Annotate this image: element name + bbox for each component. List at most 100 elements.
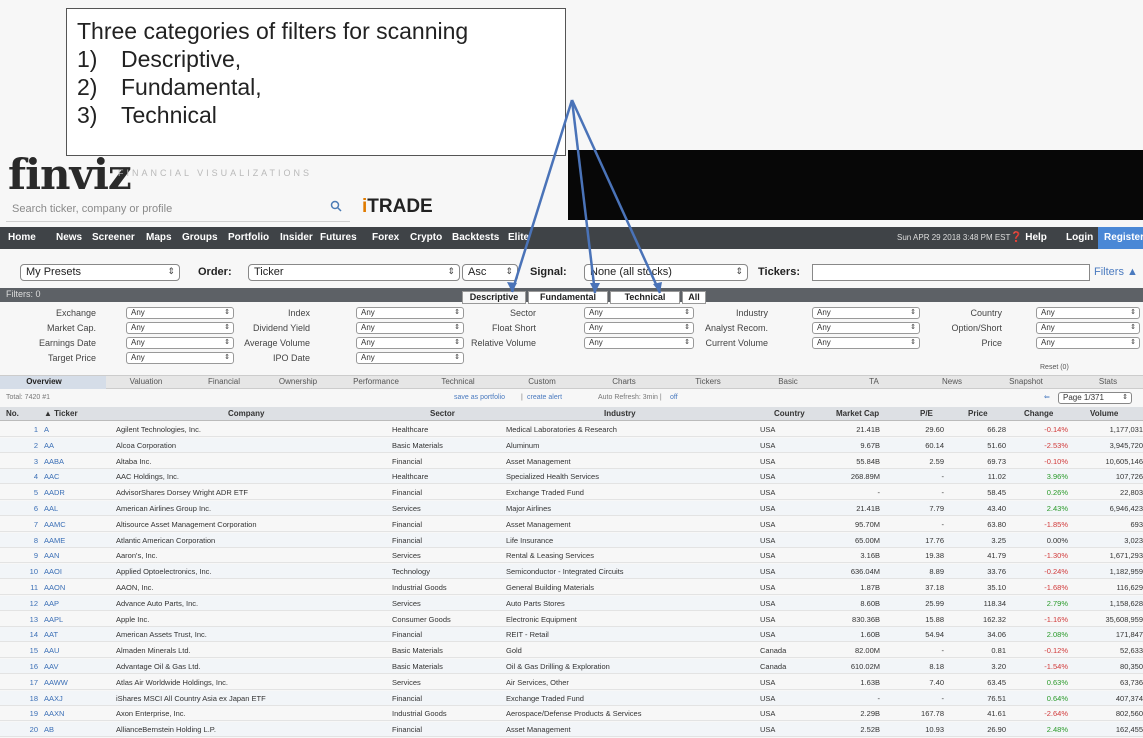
col-company[interactable]: Company xyxy=(228,409,264,418)
table-row[interactable]: 5 AADR AdvisorShares Dorsey Wright ADR ETF… xyxy=(0,485,1143,501)
table-cell[interactable]: AAPL xyxy=(44,615,114,624)
create-alert-link[interactable]: create alert xyxy=(527,394,562,401)
table-row[interactable]: 10 AAOI Applied Optoelectronics, Inc. Techn… xyxy=(0,564,1143,580)
table-cell[interactable]: AAV xyxy=(44,662,114,671)
filter-select[interactable]: Any ⇕ xyxy=(126,352,234,364)
table-row[interactable]: 14 AAT American Assets Trust, Inc. Financia… xyxy=(0,627,1143,643)
table-cell[interactable]: AAON xyxy=(44,583,114,592)
table-cell[interactable]: AAOI xyxy=(44,567,114,576)
nav-news[interactable]: News xyxy=(56,227,82,249)
table-row[interactable]: 9 AAN Aaron's, Inc. Services Rental & Leasin… xyxy=(0,548,1143,564)
table-row[interactable]: 8 AAME Atlantic American Corporation Financ… xyxy=(0,532,1143,548)
direction-select[interactable]: Asc ⇕ xyxy=(462,264,518,281)
col-pe[interactable]: P/E xyxy=(920,409,933,418)
col-volume[interactable]: Volume xyxy=(1090,409,1118,418)
nav-elite[interactable]: Elite xyxy=(508,227,529,249)
view-tab-valuation[interactable]: Valuation xyxy=(110,377,182,386)
view-tab-financial[interactable]: Financial xyxy=(188,377,260,386)
filter-select[interactable]: Any ⇕ xyxy=(1036,307,1140,319)
search-input[interactable]: Search ticker, company or profile xyxy=(6,196,350,222)
table-row[interactable]: 7 AAMC Altisource Asset Management Corpora… xyxy=(0,517,1143,532)
nav-forex[interactable]: Forex xyxy=(372,227,399,249)
view-tab-stats[interactable]: Stats xyxy=(1072,377,1143,386)
order-select[interactable]: Ticker ⇕ xyxy=(248,264,460,281)
page-select[interactable]: Page 1/371 ⇕ xyxy=(1058,392,1132,404)
col-industry[interactable]: Industry xyxy=(604,409,636,418)
itrade-ad-logo[interactable]: iTRADE xyxy=(362,196,433,218)
tab-fundamental[interactable]: Fundamental xyxy=(528,291,608,304)
nav-screener[interactable]: Screener xyxy=(92,227,135,249)
nav-crypto[interactable]: Crypto xyxy=(410,227,442,249)
search-icon[interactable] xyxy=(330,200,342,215)
table-row[interactable]: 20 AB AllianceBernstein Holding L.P. Financ… xyxy=(0,722,1143,738)
table-cell[interactable]: AAWW xyxy=(44,678,114,687)
table-cell[interactable]: AA xyxy=(44,441,114,450)
view-tab-overview[interactable]: Overview xyxy=(8,377,80,386)
table-row[interactable]: 2 AA Alcoa Corporation Basic Materials Alumi… xyxy=(0,437,1143,453)
tab-descriptive[interactable]: Descriptive xyxy=(462,291,526,304)
nav-home[interactable]: Home xyxy=(8,227,36,249)
view-tab-news[interactable]: News xyxy=(916,377,988,386)
table-row[interactable]: 11 AAON AAON, Inc. Industrial Goods General … xyxy=(0,580,1143,595)
table-cell[interactable]: AAXJ xyxy=(44,694,114,703)
table-row[interactable]: 4 AAC AAC Holdings, Inc. Healthcare Speciali… xyxy=(0,469,1143,485)
nav-futures[interactable]: Futures xyxy=(320,227,357,249)
filter-select[interactable]: Any ⇕ xyxy=(812,307,920,319)
nav-login[interactable]: Login xyxy=(1066,227,1093,249)
filter-select[interactable]: Any ⇕ xyxy=(356,352,464,364)
view-tab-snapshot[interactable]: Snapshot xyxy=(990,377,1062,386)
filter-select[interactable]: Any ⇕ xyxy=(1036,322,1140,334)
table-row[interactable]: 16 AAV Advantage Oil & Gas Ltd. Basic Mater… xyxy=(0,659,1143,674)
view-tab-custom[interactable]: Custom xyxy=(506,377,578,386)
col-sector[interactable]: Sector xyxy=(430,409,455,418)
view-tab-charts[interactable]: Charts xyxy=(588,377,660,386)
col-country[interactable]: Country xyxy=(774,409,805,418)
signal-select[interactable]: None (all stocks) ⇕ xyxy=(584,264,748,281)
table-cell[interactable]: AAME xyxy=(44,536,114,545)
table-cell[interactable]: AADR xyxy=(44,488,114,497)
nav-groups[interactable]: Groups xyxy=(182,227,218,249)
nav-portfolio[interactable]: Portfolio xyxy=(228,227,269,249)
table-cell[interactable]: AAXN xyxy=(44,709,114,718)
view-tab-performance[interactable]: Performance xyxy=(340,377,412,386)
table-cell[interactable]: AAU xyxy=(44,646,114,655)
col-price[interactable]: Price xyxy=(968,409,988,418)
filter-select[interactable]: Any ⇕ xyxy=(126,322,234,334)
tab-all[interactable]: All xyxy=(682,291,706,304)
table-row[interactable]: 12 AAP Advance Auto Parts, Inc. Services Aut… xyxy=(0,595,1143,611)
view-tab-ownership[interactable]: Ownership xyxy=(262,377,334,386)
auto-refresh-off-link[interactable]: off xyxy=(670,394,678,401)
reset-filters-button[interactable]: Reset (0) xyxy=(1040,364,1069,371)
nav-insider[interactable]: Insider xyxy=(280,227,313,249)
nav-backtests[interactable]: Backtests xyxy=(452,227,499,249)
tickers-input[interactable] xyxy=(812,264,1090,281)
table-row[interactable]: 19 AAXN Axon Enterprise, Inc. Industrial Go… xyxy=(0,706,1143,722)
col-market-cap[interactable]: Market Cap xyxy=(836,409,879,418)
finviz-logo[interactable]: finviz xyxy=(8,150,132,199)
col-no[interactable]: No. xyxy=(6,409,19,418)
nav-help[interactable]: ❓ Help xyxy=(1010,227,1047,249)
filter-select[interactable]: Any ⇕ xyxy=(126,337,234,349)
table-row[interactable]: 6 AAL American Airlines Group Inc. Services… xyxy=(0,501,1143,516)
table-cell[interactable]: AAL xyxy=(44,504,114,513)
table-cell[interactable]: AABA xyxy=(44,457,114,466)
filter-select[interactable]: Any ⇕ xyxy=(812,337,920,349)
filter-select[interactable]: Any ⇕ xyxy=(126,307,234,319)
col-change[interactable]: Change xyxy=(1024,409,1053,418)
save-portfolio-link[interactable]: save as portfolio xyxy=(454,394,505,401)
table-row[interactable]: 18 AAXJ iShares MSCI All Country Asia ex J… xyxy=(0,690,1143,706)
table-cell[interactable]: AAN xyxy=(44,551,114,560)
prev-page-icon[interactable]: ⇐ xyxy=(1044,393,1050,401)
table-cell[interactable]: A xyxy=(44,425,114,434)
nav-maps[interactable]: Maps xyxy=(146,227,172,249)
table-cell[interactable]: AAT xyxy=(44,630,114,639)
view-tab-ta[interactable]: TA xyxy=(838,377,910,386)
table-row[interactable]: 17 AAWW Atlas Air Worldwide Holdings, Inc.… xyxy=(0,675,1143,690)
table-row[interactable]: 13 AAPL Apple Inc. Consumer Goods Electronic… xyxy=(0,612,1143,627)
tab-technical[interactable]: Technical xyxy=(610,291,680,304)
nav-register-button[interactable]: Register xyxy=(1098,227,1143,249)
filter-select[interactable]: Any ⇕ xyxy=(812,322,920,334)
filter-select[interactable]: Any ⇕ xyxy=(1036,337,1140,349)
table-row[interactable]: 15 AAU Almaden Minerals Ltd. Basic Material… xyxy=(0,643,1143,659)
table-row[interactable]: 1 A Agilent Technologies, Inc. Healthcare Me… xyxy=(0,422,1143,437)
